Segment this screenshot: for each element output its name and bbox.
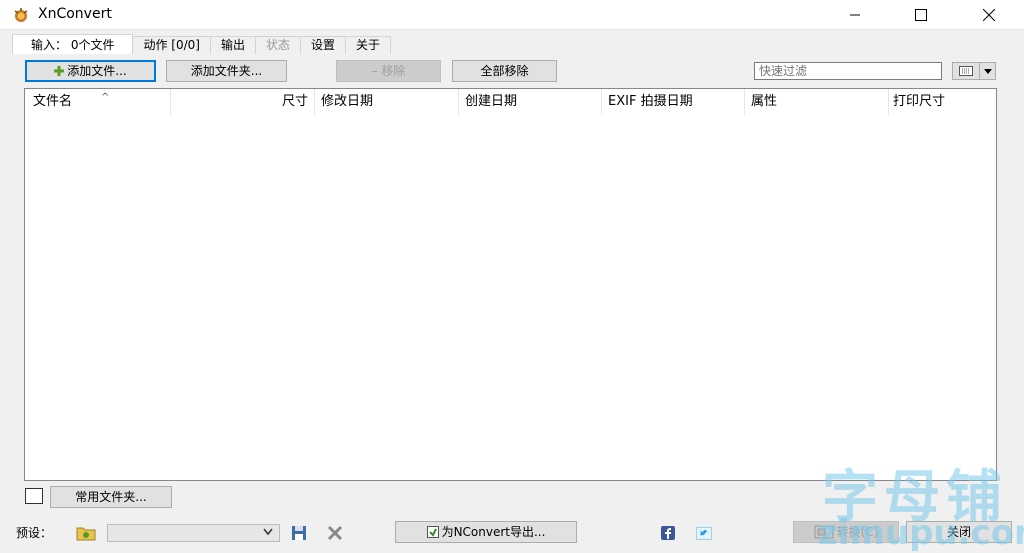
close-window-button[interactable] [966,0,1012,30]
watermark-text-en: zimupu.com [818,513,1024,553]
add-files-label: 添加文件... [67,64,127,78]
delete-icon [327,525,343,541]
preset-folder-button[interactable] [76,524,96,542]
column-label-filename: 文件名 [33,94,73,109]
facebook-button[interactable] [658,524,678,542]
folder-icon [76,527,96,541]
tab-about[interactable]: 关于 [345,36,392,54]
tab-output[interactable]: 输出 [209,36,256,54]
column-header-size[interactable]: 尺寸 [171,89,315,115]
chevron-down-icon [263,528,273,536]
common-folders-checkbox[interactable] [25,488,43,504]
maximize-button[interactable] [898,0,944,30]
column-header-created[interactable]: 创建日期 [459,89,602,115]
quick-filter-input[interactable] [754,62,942,80]
close-icon [983,9,995,21]
add-icon [54,66,65,76]
preset-label: 预设： [16,526,53,540]
delete-preset-button[interactable] [325,524,345,542]
sort-ascending-icon: ^ [101,92,110,103]
title-bar: XnConvert [0,0,1024,30]
chevron-down-icon [983,68,992,74]
export-label: 为NConvert导出... [441,525,546,539]
common-folders-button[interactable]: 常用文件夹... [50,486,172,508]
tab-status[interactable]: 状态 [254,36,301,54]
export-icon [426,526,439,538]
preset-select[interactable] [107,524,280,542]
window-title: XnConvert [38,6,112,22]
maximize-icon [915,9,927,21]
twitter-icon [696,526,712,540]
tab-settings[interactable]: 设置 [299,36,346,54]
minimize-icon [850,14,860,16]
column-header-filename[interactable]: 文件名 ^ [33,89,171,115]
column-header-modified[interactable]: 修改日期 [315,89,459,115]
save-preset-button[interactable] [289,524,309,542]
export-nconvert-button[interactable]: 为NConvert导出... [395,521,577,543]
save-icon [292,526,306,540]
tab-input[interactable]: 输入： 0个文件 [12,34,134,54]
remove-button[interactable]: – 移除 [336,60,441,82]
facebook-icon [661,526,675,540]
column-header-attributes[interactable]: 属性 [745,89,889,115]
tab-actions[interactable]: 动作 [0/0] [132,36,211,54]
view-mode-icon [959,66,973,76]
app-icon [14,8,28,22]
add-folder-button[interactable]: 添加文件夹... [166,60,287,82]
twitter-button[interactable] [694,524,714,542]
remove-all-button[interactable]: 全部移除 [452,60,557,82]
column-header-print-size[interactable]: 打印尺寸 [889,89,997,115]
view-mode-button[interactable] [952,62,996,80]
add-files-button[interactable]: 添加文件... [25,60,156,82]
column-header-exif-date[interactable]: EXIF 拍摄日期 [602,89,745,115]
main-tabs: 输入： 0个文件 动作 [0/0] 输出 状态 设置 关于 [12,34,392,54]
minimize-button[interactable] [832,0,878,30]
file-list[interactable]: 文件名 ^ 尺寸 修改日期 创建日期 EXIF 拍摄日期 属性 打印尺寸 [24,88,997,481]
